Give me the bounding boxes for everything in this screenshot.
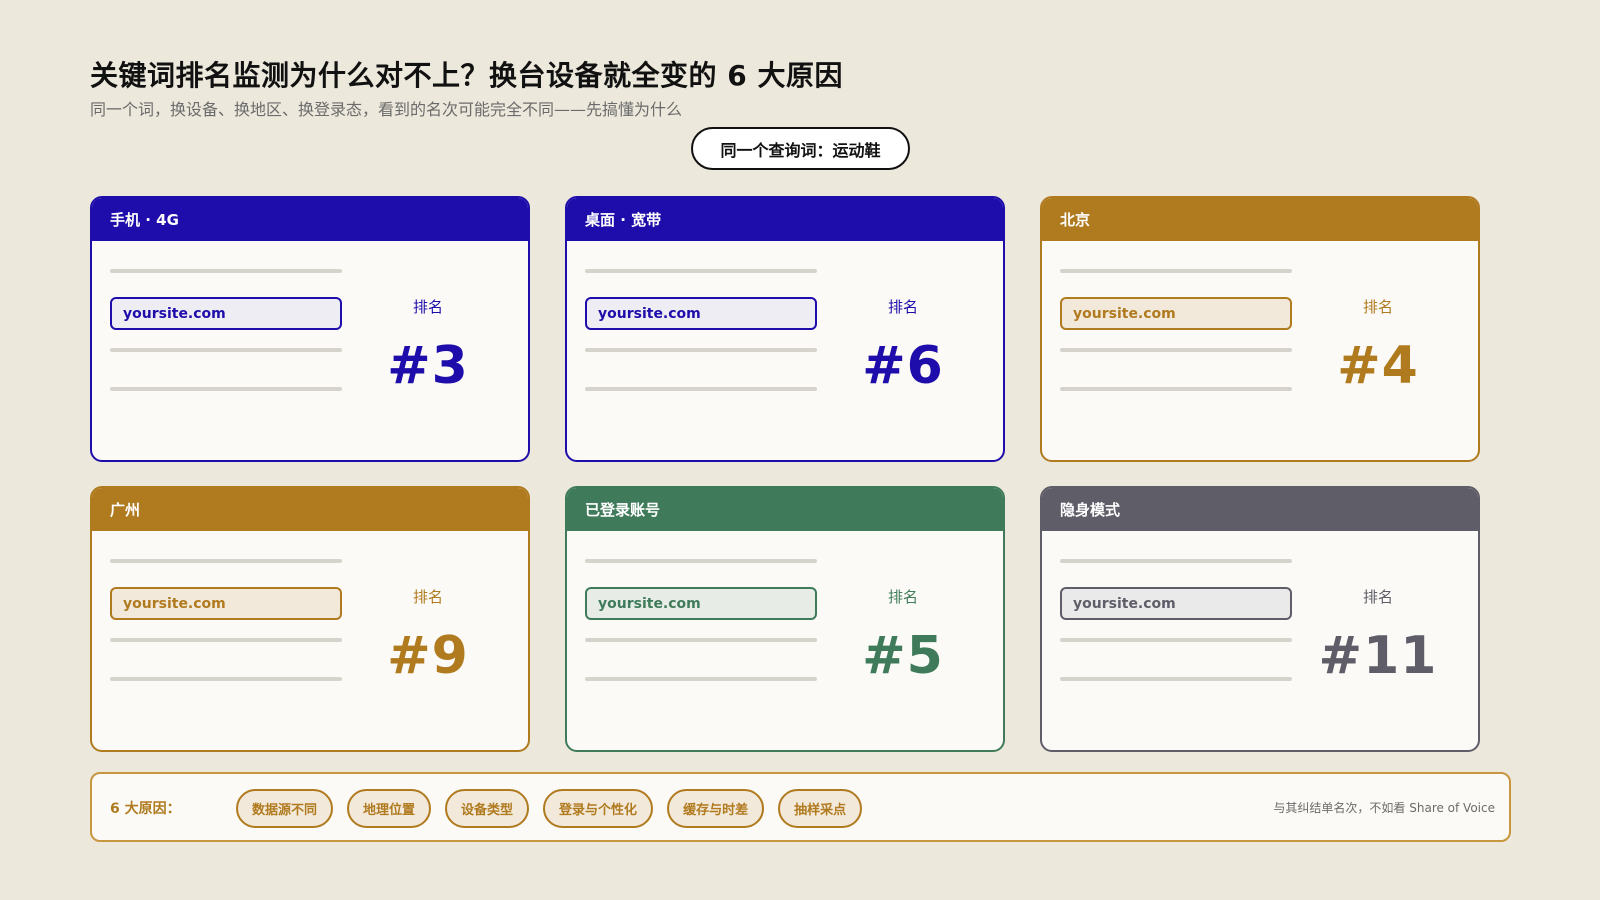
rank-card-mobile: 手机 · 4G yoursite.com 排名 #3: [90, 196, 530, 462]
placeholder-line: [585, 559, 817, 563]
card-header: 手机 · 4G: [92, 198, 528, 241]
site-result: yoursite.com: [585, 297, 817, 330]
reasons-label: 6 大原因：: [110, 801, 181, 817]
placeholder-line: [585, 348, 817, 352]
rank-label: 排名: [412, 588, 443, 606]
placeholder-line: [1060, 677, 1292, 681]
site-result: yoursite.com: [1060, 297, 1292, 330]
rank-value: #9: [387, 626, 469, 686]
site-result: yoursite.com: [110, 297, 342, 330]
reason-chip: 设备类型: [445, 789, 530, 828]
site-result: yoursite.com: [1060, 587, 1292, 620]
card-header: 隐身模式: [1042, 488, 1478, 531]
placeholder-line: [585, 677, 817, 681]
placeholder-line: [110, 677, 342, 681]
placeholder-line: [110, 269, 342, 273]
card-header: 北京: [1042, 198, 1478, 241]
placeholder-line: [1060, 638, 1292, 642]
rank-value: #11: [1318, 626, 1438, 686]
footer-note: 与其纠结单名次，不如看 Share of Voice: [1273, 801, 1495, 815]
reason-chip: 缓存与时差: [667, 789, 765, 828]
rank-label: 排名: [412, 298, 443, 316]
rank-card-guangzhou: 广州 yoursite.com 排名 #9: [90, 486, 530, 752]
placeholder-line: [110, 387, 342, 391]
placeholder-line: [110, 348, 342, 352]
rank-card-beijing: 北京 yoursite.com 排名 #4: [1040, 196, 1480, 462]
rank-label: 排名: [1362, 588, 1393, 606]
slide: 关键词排名监测为什么对不上？换台设备就全变的 6 大原因 同一个词，换设备、换地…: [0, 0, 1600, 900]
placeholder-line: [110, 559, 342, 563]
reason-chip: 登录与个性化: [543, 789, 654, 828]
placeholder-line: [1060, 387, 1292, 391]
card-header: 广州: [92, 488, 528, 531]
placeholder-line: [1060, 348, 1292, 352]
rank-label: 排名: [1362, 298, 1393, 316]
page-title: 关键词排名监测为什么对不上？换台设备就全变的 6 大原因: [90, 59, 843, 92]
placeholder-line: [585, 638, 817, 642]
rank-value: #4: [1337, 336, 1419, 396]
rank-label: 排名: [887, 588, 918, 606]
rank-card-desktop: 桌面 · 宽带 yoursite.com 排名 #6: [565, 196, 1005, 462]
rank-label: 排名: [887, 298, 918, 316]
reason-chip: 数据源不同: [236, 789, 334, 828]
placeholder-line: [585, 269, 817, 273]
rank-value: #5: [862, 626, 944, 686]
reasons-footer: 6 大原因： 数据源不同 地理位置 设备类型 登录与个性化 缓存与时差 抽样采点…: [90, 772, 1511, 842]
placeholder-line: [1060, 559, 1292, 563]
card-header: 桌面 · 宽带: [567, 198, 1003, 241]
placeholder-line: [1060, 269, 1292, 273]
placeholder-line: [110, 638, 342, 642]
placeholder-line: [585, 387, 817, 391]
page-subtitle: 同一个词，换设备、换地区、换登录态，看到的名次可能完全不同——先搞懂为什么: [90, 100, 683, 119]
reason-chips: 数据源不同 地理位置 设备类型 登录与个性化 缓存与时差 抽样采点: [236, 789, 863, 828]
rank-value: #6: [862, 336, 944, 396]
site-result: yoursite.com: [110, 587, 342, 620]
rank-value: #3: [387, 336, 469, 396]
reason-chip: 抽样采点: [778, 789, 863, 828]
site-result: yoursite.com: [585, 587, 817, 620]
query-pill: 同一个查询词：运动鞋: [691, 127, 910, 170]
rank-card-incognito: 隐身模式 yoursite.com 排名 #11: [1040, 486, 1480, 752]
rank-card-logged-in: 已登录账号 yoursite.com 排名 #5: [565, 486, 1005, 752]
card-header: 已登录账号: [567, 488, 1003, 531]
reason-chip: 地理位置: [347, 789, 432, 828]
